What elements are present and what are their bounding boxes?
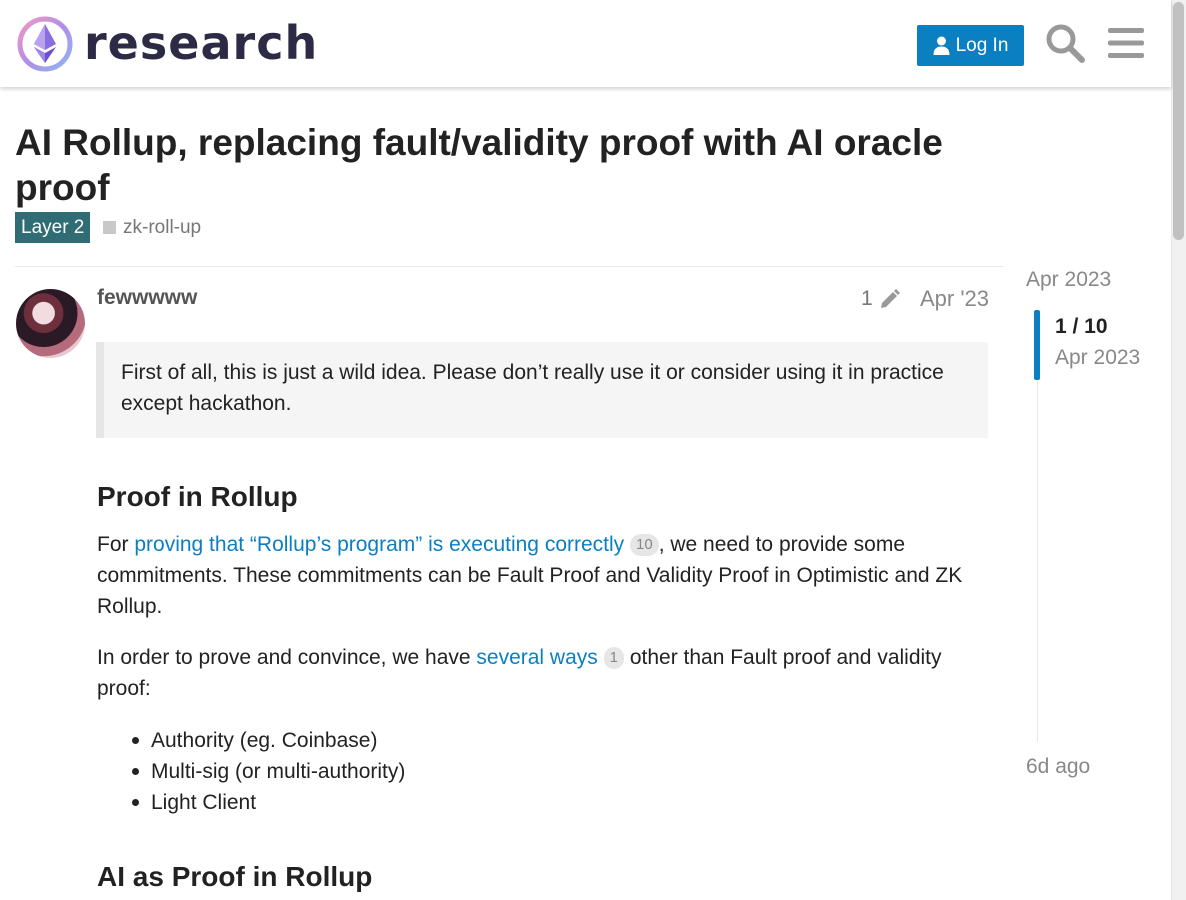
site-header: research Log In [0,0,1171,87]
post-username[interactable]: fewwwww [97,286,197,310]
post-paragraph-2: In order to prove and convince, we have … [97,642,992,704]
post-paragraph-1: For proving that “Rollup’s program” is e… [97,529,992,622]
timeline-handle-date: Apr 2023 [1055,346,1141,369]
edit-history-button[interactable]: 1 [861,287,901,311]
pencil-icon [880,289,900,308]
timeline-end-label[interactable]: 6d ago [1026,755,1090,779]
post-blockquote: First of all, this is just a wild idea. … [96,342,988,438]
login-button[interactable]: Log In [917,25,1024,66]
several-ways-link[interactable]: several ways [476,646,597,669]
timeline-handle[interactable] [1034,310,1040,380]
timeline-progress: 1 / 10 [1055,315,1108,338]
hamburger-menu-icon[interactable] [1108,26,1144,60]
search-icon[interactable] [1045,23,1085,63]
topic-title[interactable]: AI Rollup, replacing fault/validity proo… [15,120,1005,210]
avatar[interactable] [16,289,85,358]
link-click-count: 10 [630,534,659,556]
proving-rollup-link[interactable]: proving that “Rollup’s program” is execu… [134,533,624,556]
section-heading-ai-as-proof: AI as Proof in Rollup [97,861,373,892]
scrollbar-thumb[interactable] [1173,2,1184,240]
proof-methods-list: Authority (eg. Coinbase) Multi-sig (or m… [131,725,405,818]
list-item: Authority (eg. Coinbase) [131,725,405,756]
section-heading-proof-in-rollup: Proof in Rollup [97,481,298,512]
category-badge[interactable]: Layer 2 [15,212,91,243]
post-divider [15,266,1004,267]
topic-tag[interactable]: zk-roll-up [103,212,201,243]
link-click-count: 1 [603,647,624,669]
para1-text-start: For [97,533,135,556]
user-icon [933,36,950,55]
ethereum-logo-icon[interactable] [16,15,74,73]
tag-label: zk-roll-up [123,217,202,238]
edit-count: 1 [861,287,873,310]
tag-square-icon [103,221,116,234]
site-logo-text[interactable]: research [84,16,318,70]
list-item: Multi-sig (or multi-authority) [131,756,405,787]
list-item: Light Client [131,787,405,818]
login-label: Log In [955,34,1009,56]
post-date[interactable]: Apr '23 [920,286,989,312]
para2-text-start: In order to prove and convince, we have [97,646,477,669]
timeline-start-date[interactable]: Apr 2023 [1026,268,1111,292]
